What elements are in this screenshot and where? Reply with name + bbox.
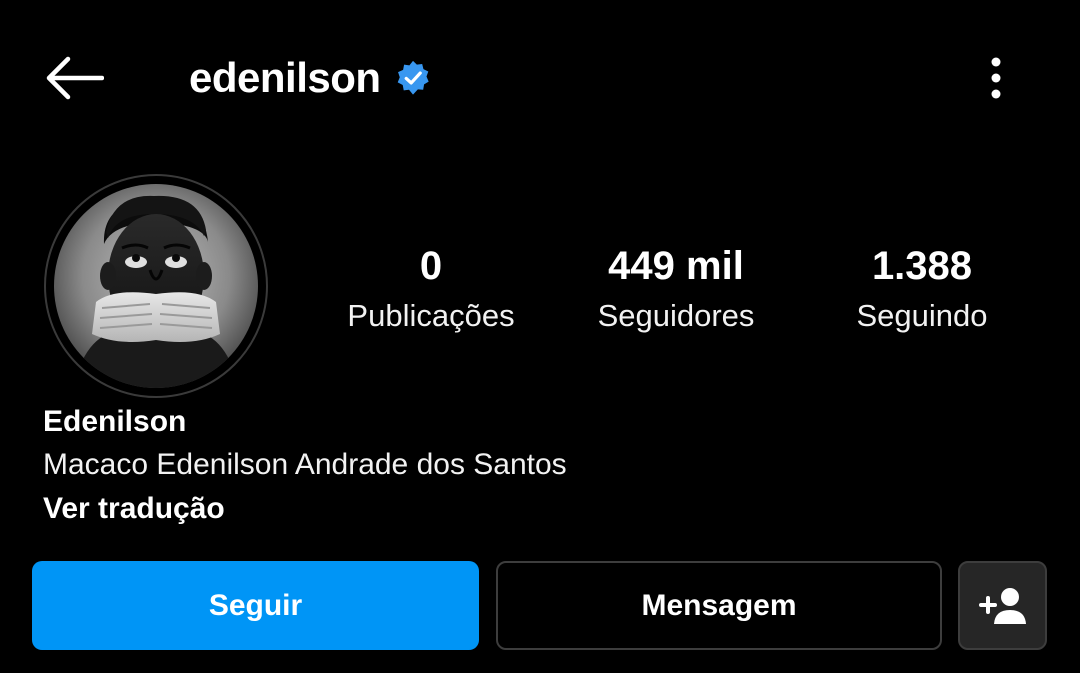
stat-followers[interactable]: 449 mil Seguidores [551,238,801,338]
following-label: Seguindo [856,298,988,333]
follow-button[interactable]: Seguir [32,561,479,650]
following-count: 1.388 [871,244,973,288]
followers-label: Seguidores [597,298,755,333]
profile-header: edenilson [189,50,431,106]
follow-button-label: Seguir [208,588,303,622]
see-translation-link[interactable]: Ver tradução [43,489,225,529]
username-title: edenilson [189,54,381,101]
stat-posts[interactable]: 0 Publicações [306,238,556,338]
back-button[interactable] [36,46,112,110]
bio-display-name: Edenilson [43,405,187,438]
posts-count: 0 [419,244,443,288]
stat-following[interactable]: 1.388 Seguindo [797,238,1047,338]
suggested-people-button[interactable] [958,561,1047,650]
bio-text: Macaco Edenilson Andrade dos Santos [43,448,567,481]
avatar-photo [54,184,258,388]
message-button-label: Mensagem [641,588,797,622]
message-button[interactable]: Mensagem [496,561,942,650]
verified-badge-icon [397,60,429,95]
avatar[interactable] [44,174,268,398]
arrow-left-icon [46,56,104,100]
more-options-button[interactable] [972,50,1020,106]
posts-label: Publicações [347,298,515,333]
add-person-icon [978,587,1026,624]
followers-count: 449 mil [608,244,744,288]
more-vertical-icon [991,57,1001,99]
